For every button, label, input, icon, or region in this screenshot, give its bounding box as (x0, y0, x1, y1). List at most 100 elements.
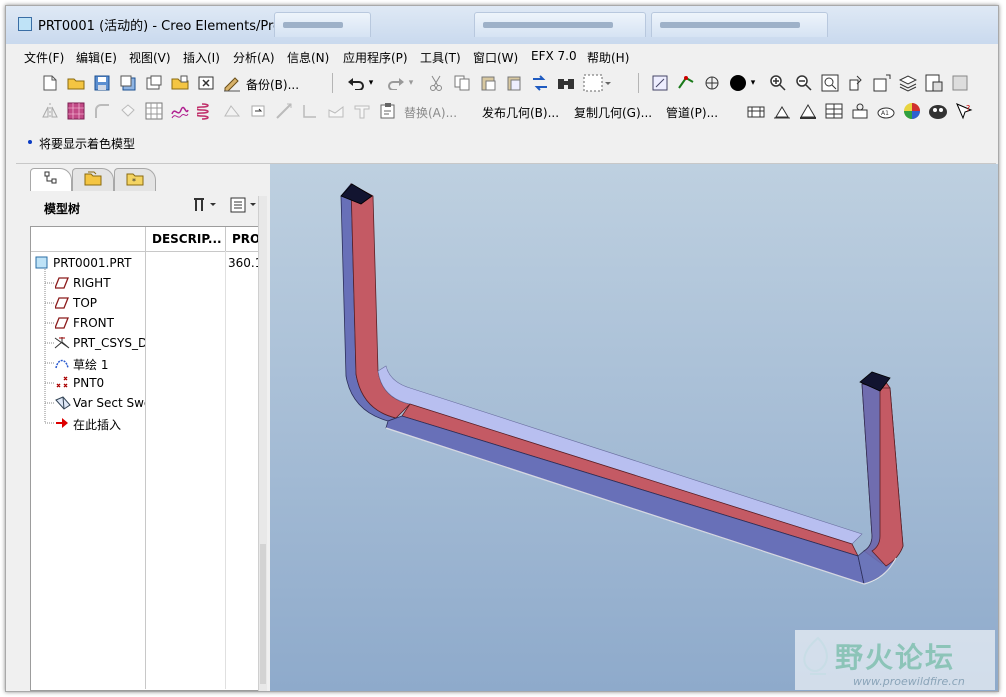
paste-feature-icon[interactable] (378, 101, 398, 121)
graph-icon[interactable] (170, 101, 190, 121)
surface-finish-icon[interactable] (850, 101, 870, 121)
message-text: 将要显示着色模型 (39, 137, 136, 151)
navigator-panel: * 模型树 DESCRIP... PRO_ PRT0001.PRT 360.1: (24, 164, 266, 691)
shell-icon[interactable] (118, 101, 138, 121)
tab-model-tree[interactable] (30, 168, 72, 191)
orient-mode-icon[interactable] (702, 73, 722, 93)
menu-edit[interactable]: 编辑(E) (76, 49, 117, 66)
redo-icon[interactable] (386, 73, 406, 93)
undo-dropdown-icon[interactable]: ▾ (366, 73, 376, 93)
menu-view[interactable]: 视图(V) (129, 49, 171, 66)
background-tab-3[interactable] (651, 12, 828, 37)
favorites-folder-icon: * (126, 170, 144, 190)
regenerate-icon[interactable] (530, 73, 550, 93)
menu-info[interactable]: 信息(N) (287, 49, 329, 66)
annotation-icon[interactable]: A1 (876, 101, 896, 121)
message-bullet-icon (28, 140, 32, 144)
model-display-icon[interactable] (950, 73, 970, 93)
datum-axis-icon[interactable] (274, 101, 294, 121)
tree-columns-icon[interactable] (230, 197, 258, 217)
copy-geometry-button[interactable]: 复制几何(G)... (574, 104, 652, 121)
graphics-area[interactable] (270, 164, 998, 691)
tab-favorites[interactable]: * (114, 168, 156, 191)
datum-target-icon[interactable] (798, 101, 818, 121)
save-copy-icon[interactable] (118, 73, 138, 93)
tree-connector-lines (44, 269, 55, 424)
model-tree-icon (44, 171, 58, 189)
toolbar-separator (638, 73, 639, 93)
sketch-line-icon[interactable] (300, 101, 320, 121)
zoom-in-icon[interactable] (768, 73, 788, 93)
background-tab-1[interactable] (274, 12, 371, 37)
tree-settings-icon[interactable] (192, 197, 218, 217)
copy-icon[interactable] (452, 73, 472, 93)
refit-icon[interactable] (820, 73, 840, 93)
svg-text:A1: A1 (881, 110, 889, 117)
view-manager-icon[interactable] (924, 73, 944, 93)
menu-tools[interactable]: 工具(T) (420, 49, 461, 66)
pipe-button[interactable]: 管道(P)... (666, 104, 718, 121)
close-window-icon[interactable] (196, 73, 216, 93)
panel-splitter[interactable] (258, 196, 267, 691)
working-directory-icon[interactable] (170, 73, 190, 93)
undo-icon[interactable] (346, 73, 366, 93)
repaint-icon[interactable] (650, 73, 670, 93)
render-icon[interactable] (928, 101, 948, 121)
selection-box-icon[interactable] (582, 73, 612, 93)
menu-analysis[interactable]: 分析(A) (233, 49, 275, 66)
table-icon[interactable] (824, 101, 844, 121)
cut-icon[interactable] (426, 73, 446, 93)
backup-button[interactable]: 备份(B)... (246, 76, 299, 93)
menu-file[interactable]: 文件(F) (24, 49, 64, 66)
round-icon[interactable] (92, 101, 112, 121)
grid-icon[interactable] (144, 101, 164, 121)
tab-folder-browser[interactable] (72, 168, 114, 191)
forum-watermark: 野火论坛 www.proewildfire.cn (795, 630, 995, 690)
mirror-icon[interactable] (40, 101, 60, 121)
saved-views-icon[interactable] (872, 73, 892, 93)
shading-dropdown-icon[interactable]: ▾ (748, 73, 758, 93)
pattern-icon[interactable] (66, 101, 86, 121)
panel-splitter-thumb[interactable] (260, 544, 266, 684)
background-tab-2[interactable] (474, 12, 646, 37)
save-icon[interactable] (92, 73, 112, 93)
appearance-icon[interactable] (902, 101, 922, 121)
paste-special-icon[interactable] (504, 73, 524, 93)
message-area: 将要显示着色模型 (16, 125, 996, 164)
tree-column-name[interactable] (31, 227, 146, 252)
menu-insert[interactable]: 插入(I) (183, 49, 220, 66)
zoom-out-icon[interactable] (794, 73, 814, 93)
spin-center-icon[interactable] (676, 73, 696, 93)
context-help-icon[interactable]: ? (954, 101, 974, 121)
new-file-icon[interactable] (40, 73, 60, 93)
svg-text:?: ? (966, 104, 970, 113)
spring-icon[interactable] (196, 101, 216, 121)
merge-icon[interactable] (222, 101, 242, 121)
draft-icon[interactable] (326, 101, 346, 121)
rename-icon[interactable] (144, 73, 164, 93)
menu-applications[interactable]: 应用程序(P) (343, 49, 408, 66)
shading-icon[interactable] (728, 73, 748, 93)
rib-icon[interactable] (352, 101, 372, 121)
tree-column-description[interactable]: DESCRIP... (146, 227, 226, 252)
menu-window[interactable]: 窗口(W) (473, 49, 518, 66)
publish-geometry-button[interactable]: 发布几何(B)... (482, 104, 559, 121)
menu-efx[interactable]: EFX 7.0 (531, 49, 577, 63)
layers-icon[interactable] (898, 73, 918, 93)
datum-feature-symbol-icon[interactable] (772, 101, 792, 121)
swept-bar-model[interactable] (270, 164, 998, 691)
menu-bar: 文件(F) 编辑(E) 视图(V) 插入(I) 分析(A) 信息(N) 应用程序… (16, 44, 996, 68)
tree-column-pro[interactable]: PRO_ (226, 227, 266, 252)
app-window-icon (18, 17, 32, 31)
redo-dropdown-icon[interactable]: ▾ (406, 73, 416, 93)
reorient-icon[interactable] (846, 73, 866, 93)
paste-icon[interactable] (478, 73, 498, 93)
menu-help[interactable]: 帮助(H) (587, 49, 629, 66)
find-icon[interactable] (556, 73, 576, 93)
tolerance-icon[interactable] (746, 101, 766, 121)
offset-icon[interactable] (248, 101, 268, 121)
replace-button[interactable]: 替换(A)... (404, 104, 457, 121)
backup-icon[interactable] (222, 73, 242, 93)
open-folder-icon[interactable] (66, 73, 86, 93)
svg-text:*: * (132, 177, 136, 186)
